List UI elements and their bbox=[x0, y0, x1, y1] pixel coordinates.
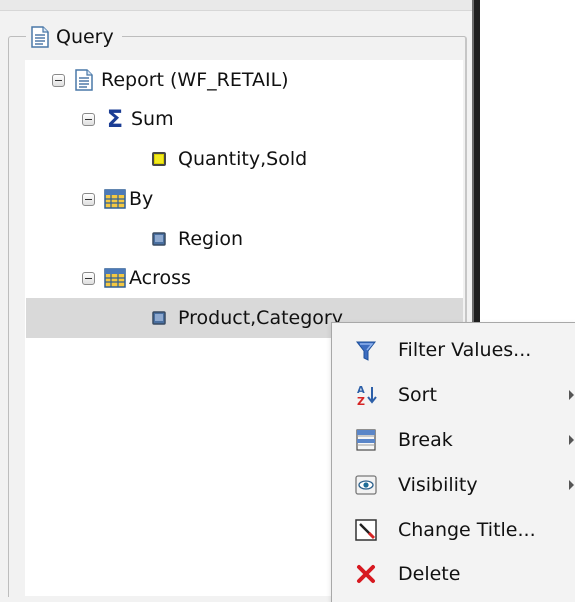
submenu-arrow-icon bbox=[569, 480, 574, 490]
dimension-field-icon bbox=[152, 311, 166, 325]
panel-top-border bbox=[0, 0, 474, 11]
tree-node-product-category[interactable]: Product,Category bbox=[152, 298, 343, 338]
document-icon bbox=[75, 69, 93, 91]
tree-node-sum[interactable]: Σ Sum bbox=[82, 99, 174, 139]
grid-icon bbox=[104, 188, 126, 210]
svg-text:Z: Z bbox=[357, 395, 365, 407]
filter-values-label: Filter Values... bbox=[398, 339, 532, 361]
tree-node-report[interactable]: Report (WF_RETAIL) bbox=[52, 60, 289, 100]
collapse-icon[interactable] bbox=[82, 271, 95, 285]
menu-item-change-title[interactable]: Change Title... bbox=[332, 508, 575, 552]
change-title-label: Change Title... bbox=[398, 519, 536, 541]
visibility-icon bbox=[354, 473, 378, 497]
visibility-label: Visibility bbox=[398, 474, 478, 496]
submenu-arrow-icon bbox=[569, 390, 574, 400]
collapse-icon[interactable] bbox=[82, 192, 95, 206]
sigma-icon: Σ bbox=[106, 105, 124, 133]
query-title: Query bbox=[56, 26, 114, 48]
sum-label: Sum bbox=[131, 108, 174, 130]
measure-field-icon bbox=[152, 152, 166, 166]
filter-icon bbox=[354, 339, 378, 363]
menu-item-break[interactable]: Break bbox=[332, 418, 575, 462]
delete-icon bbox=[354, 562, 378, 586]
submenu-arrow-icon bbox=[569, 435, 574, 445]
delete-label: Delete bbox=[398, 563, 461, 585]
dimension-field-icon bbox=[152, 232, 166, 246]
query-legend: Query bbox=[26, 20, 122, 54]
report-label: Report (WF_RETAIL) bbox=[101, 69, 289, 91]
by-label: By bbox=[129, 188, 154, 210]
field-context-menu: Filter Values... A Z Sort Break Visibili… bbox=[331, 322, 575, 602]
break-icon bbox=[354, 428, 378, 452]
menu-item-filter-values[interactable]: Filter Values... bbox=[332, 328, 575, 372]
tree-node-by[interactable]: By bbox=[82, 179, 153, 219]
menu-item-delete[interactable]: Delete bbox=[332, 552, 575, 596]
document-icon bbox=[31, 26, 49, 48]
collapse-icon[interactable] bbox=[52, 73, 65, 87]
change-title-icon bbox=[354, 518, 378, 542]
quantity-sold-label: Quantity,Sold bbox=[178, 148, 308, 170]
tree-node-region[interactable]: Region bbox=[152, 219, 243, 259]
menu-item-visibility[interactable]: Visibility bbox=[332, 463, 575, 507]
region-label: Region bbox=[178, 228, 244, 250]
product-category-label: Product,Category bbox=[178, 307, 343, 329]
query-panel-screenshot: Query Report (WF_RETAIL) Σ Sum Quantity,… bbox=[0, 0, 575, 602]
sort-label: Sort bbox=[398, 384, 437, 406]
tree-node-quantity-sold[interactable]: Quantity,Sold bbox=[152, 139, 307, 179]
break-label: Break bbox=[398, 429, 453, 451]
grid-icon bbox=[104, 267, 126, 289]
tree-node-across[interactable]: Across bbox=[82, 258, 191, 298]
collapse-icon[interactable] bbox=[82, 112, 95, 126]
sort-az-icon: A Z bbox=[354, 383, 378, 407]
menu-item-sort[interactable]: A Z Sort bbox=[332, 373, 575, 417]
across-label: Across bbox=[129, 267, 191, 289]
